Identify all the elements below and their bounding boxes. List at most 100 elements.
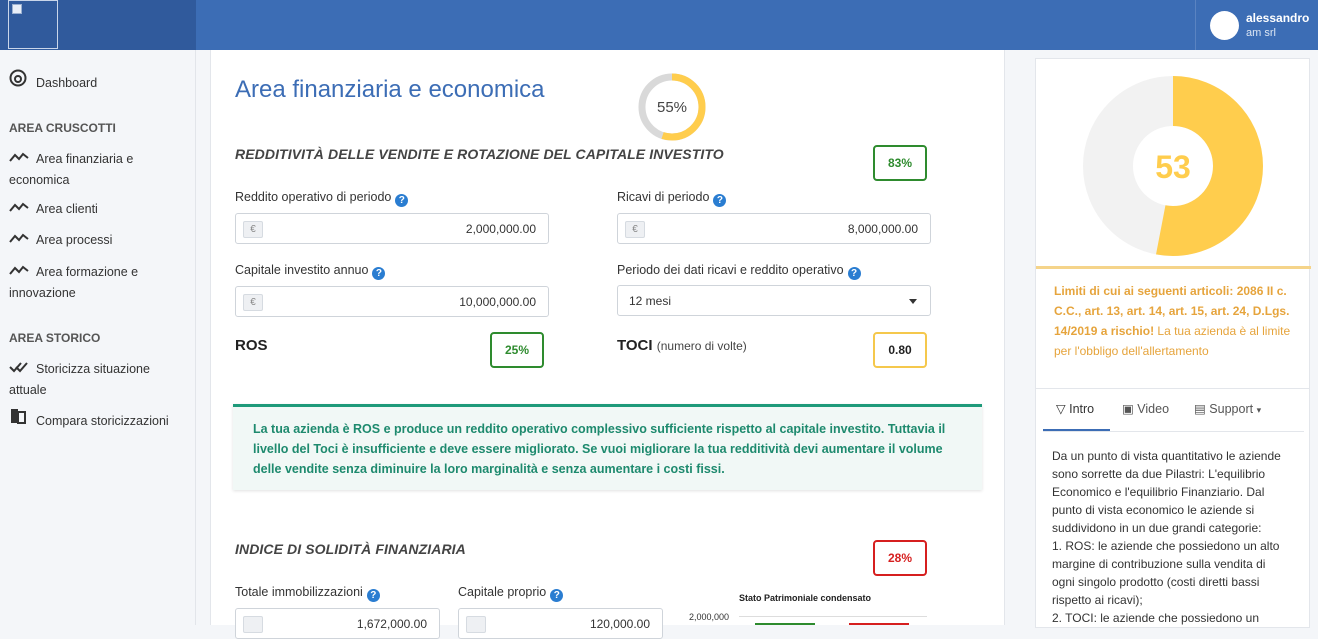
intro-text: Da un punto di vista quantitativo le azi… [1052, 447, 1297, 627]
ricavi-label-text: Ricavi di periodo [617, 190, 710, 204]
stato-patrimoniale-chart: Stato Patrimoniale condensato 2,000,000 [685, 590, 955, 625]
periodo-label-text: Periodo dei dati ricavi e reddito operat… [617, 263, 844, 277]
periodo-select[interactable]: 12 mesi [617, 285, 931, 316]
reddito-label-text: Reddito operativo di periodo [235, 190, 392, 204]
sidebar-section-storico: AREA STORICO [9, 331, 101, 345]
help-icon[interactable]: ? [713, 194, 727, 207]
chart-line-icon [9, 229, 29, 250]
tab-support-label: Support [1209, 402, 1254, 416]
capitale-label: Capitale investito annuo? [235, 263, 386, 280]
help-icon[interactable]: ? [847, 267, 861, 280]
risk-gauge-card: 53 Limiti di cui ai seguenti articoli: 2… [1035, 58, 1311, 418]
gauge-divider [1036, 266, 1311, 269]
sidebar-item-label: Storicizza situazione [36, 362, 150, 376]
sidebar-item-area-formazione[interactable]: Area formazione e innovazione [9, 261, 138, 304]
sidebar-item-label: Area clienti [36, 202, 98, 216]
right-column: 53 Limiti di cui ai seguenti articoli: 2… [1020, 50, 1311, 628]
ros-label: ROS [235, 337, 268, 354]
compare-icon [9, 407, 29, 431]
info-tabs-card: ▽ Intro ▣ Video ▤ Support ▾ Da un punto … [1035, 388, 1310, 628]
currency-addon: € [243, 221, 263, 238]
risk-gauge: 53 [1083, 76, 1263, 256]
logo-image[interactable] [8, 0, 58, 49]
sidebar-item-area-processi[interactable]: Area processi [9, 229, 112, 251]
tab-intro[interactable]: ▽ Intro [1056, 401, 1094, 416]
logo-area[interactable] [0, 0, 196, 50]
chart-line-icon [9, 261, 29, 282]
overall-percent-label: 55% [657, 99, 687, 116]
periodo-value: 12 mesi [629, 294, 672, 308]
immobilizzazioni-value: 1,672,000.00 [356, 617, 427, 631]
ricavi-label: Ricavi di periodo? [617, 190, 727, 207]
sidebar-item-area-finanziaria[interactable]: Area finanziaria e economica [9, 148, 133, 191]
sidebar-item-compara[interactable]: Compara storicizzazioni [9, 407, 169, 432]
ricavi-input[interactable]: € 8,000,000.00 [617, 213, 931, 244]
toci-label-text: TOCI [617, 337, 653, 354]
capitale-value: 10,000,000.00 [459, 295, 536, 309]
double-check-icon [9, 358, 29, 379]
chart-title: Stato Patrimoniale condensato [739, 593, 872, 603]
reddito-input[interactable]: € 2,000,000.00 [235, 213, 549, 244]
help-icon[interactable]: ? [395, 194, 409, 207]
tab-support[interactable]: ▤ Support ▾ [1194, 401, 1261, 416]
tabs-divider [1043, 431, 1304, 432]
book-icon: ▤ [1194, 402, 1206, 416]
intro-line: margine di contribuzione sulla vendita d… [1052, 557, 1266, 571]
intro-line: Economico e l'equilibrio Finanziario. Da… [1052, 485, 1265, 499]
toci-label: TOCI (numero di volte) [617, 337, 747, 354]
help-icon[interactable]: ? [550, 589, 564, 602]
capitale-label-text: Capitale investito annuo [235, 263, 369, 277]
broken-image-icon [12, 4, 22, 14]
immobilizzazioni-label: Totale immobilizzazioni? [235, 585, 380, 602]
limit-warning: Limiti di cui ai seguenti articoli: 2086… [1054, 281, 1298, 361]
sidebar: Dashboard AREA CRUSCOTTI Area finanziari… [0, 50, 196, 625]
avatar[interactable] [1210, 11, 1239, 40]
intro-line: punto di vista economico le aziende si [1052, 503, 1255, 517]
sidebar-item-label-2: economica [9, 173, 70, 187]
top-navbar: alessandro am srl [0, 0, 1318, 50]
sidebar-item-label: Dashboard [36, 76, 98, 90]
main-content: Area finanziaria e economica 55% REDDITI… [210, 50, 1005, 639]
intro-line: sono sorrette da due Pilastri: L'equilib… [1052, 467, 1266, 481]
gauge-value-label: 53 [1155, 149, 1191, 185]
toci-badge: 0.80 [873, 332, 927, 368]
caret-down-icon [909, 299, 917, 304]
filter-icon: ▽ [1056, 402, 1066, 416]
page-title: Area finanziaria e economica [235, 76, 545, 103]
sidebar-item-area-clienti[interactable]: Area clienti [9, 198, 98, 220]
sidebar-item-label-2: innovazione [9, 286, 76, 300]
capitale-proprio-value: 120,000.00 [589, 617, 650, 631]
intro-line: 1. ROS: le aziende che possiedono un alt… [1052, 539, 1280, 553]
intro-line: suddividono in un due grandi categorie: [1052, 521, 1262, 535]
chart-gridline [739, 616, 927, 617]
redditivita-score-badge: 83% [873, 145, 927, 181]
help-icon[interactable]: ? [366, 589, 380, 602]
sidebar-item-storicizza[interactable]: Storicizza situazione attuale [9, 358, 150, 401]
tab-video-label: Video [1137, 402, 1170, 416]
dashboard-gauge-icon [9, 69, 29, 93]
sidebar-item-label: Compara storicizzazioni [36, 414, 169, 428]
chart-tick-label: 2,000,000 [689, 612, 730, 622]
tab-video[interactable]: ▣ Video [1122, 401, 1169, 416]
sidebar-item-dashboard[interactable]: Dashboard [9, 69, 97, 94]
ros-badge: 25% [490, 332, 544, 368]
user-menu[interactable]: alessandro am srl [1195, 0, 1318, 50]
sidebar-item-label-2: attuale [9, 383, 47, 397]
section-title-redditivita: REDDITIVITÀ DELLE VENDITE E ROTAZIONE DE… [235, 146, 724, 162]
immobilizzazioni-input[interactable]: 1,672,000.00 [235, 608, 440, 639]
sidebar-section-cruscotti: AREA CRUSCOTTI [9, 121, 116, 135]
capitale-input[interactable]: € 10,000,000.00 [235, 286, 549, 317]
video-icon: ▣ [1122, 402, 1134, 416]
toci-sub-label: (numero di volte) [656, 339, 747, 353]
intro-line: 2. TOCI: le aziende che possiedono un [1052, 611, 1260, 625]
capitale-proprio-input[interactable]: 120,000.00 [458, 608, 663, 639]
immobilizzazioni-label-text: Totale immobilizzazioni [235, 585, 363, 599]
intro-line: rispetto ai ricavi); [1052, 593, 1143, 607]
intro-line: ogni singolo prodotto (costi diretti bas… [1052, 575, 1260, 589]
sidebar-item-label: Area processi [36, 233, 113, 247]
chart-line-icon [9, 198, 29, 219]
user-name: alessandro [1246, 11, 1310, 25]
overall-progress-ring: 55% [638, 73, 706, 141]
currency-addon: € [243, 294, 263, 311]
help-icon[interactable]: ? [372, 267, 386, 280]
